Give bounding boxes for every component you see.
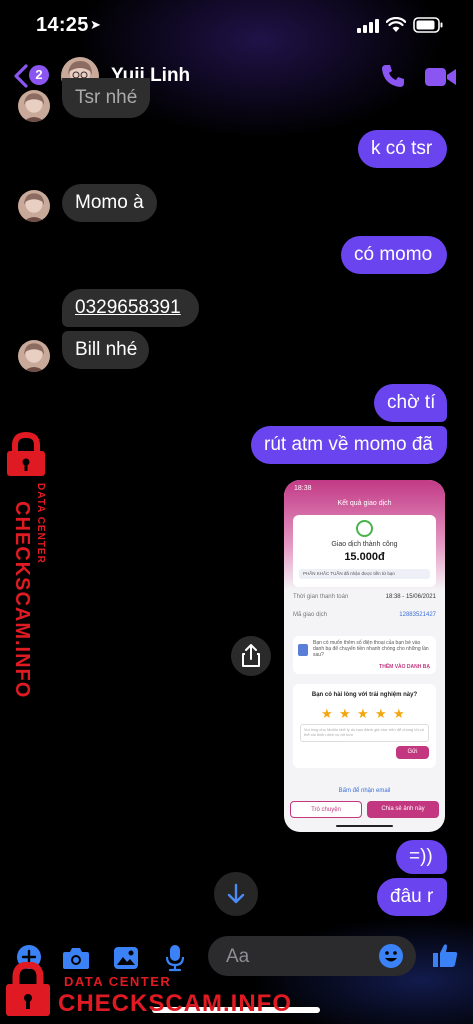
signal-icon <box>357 19 379 33</box>
image-row-code: Mã giao dịch 12883521427 <box>293 612 436 618</box>
image-row-time: Thời gian thanh toán 18:38 - 15/06/2021 <box>293 594 436 600</box>
image-status: Giao dịch thành công <box>331 541 398 548</box>
image-contact-box: Bạn có muốn thêm số điện thoại của bạn b… <box>293 636 436 674</box>
success-check-icon <box>356 520 373 537</box>
message-incoming-phone[interactable]: 0329658391 <box>62 289 199 327</box>
scroll-down-button[interactable] <box>214 872 258 916</box>
camera-icon[interactable] <box>62 946 90 970</box>
message-outgoing[interactable]: đâu r <box>377 878 447 916</box>
gallery-icon[interactable] <box>113 946 139 970</box>
wifi-icon <box>386 17 406 32</box>
message-outgoing[interactable]: rút atm về momo đã <box>251 426 447 464</box>
star-icon: ★ <box>393 706 405 721</box>
location-icon: ➤ <box>90 17 101 32</box>
message-outgoing[interactable]: =)) <box>396 840 447 874</box>
phone-number-link[interactable]: 0329658391 <box>75 296 181 320</box>
share-button[interactable] <box>231 636 271 676</box>
image-chat-button: Trò chuyện <box>290 801 362 818</box>
emoji-icon[interactable] <box>378 943 404 969</box>
star-icon: ★ <box>321 706 333 721</box>
image-share-button: Chia sẻ ảnh này <box>367 801 439 818</box>
watermark-label-vertical: DATA CENTER <box>35 483 46 564</box>
sender-avatar[interactable] <box>18 190 50 222</box>
shared-image[interactable]: 18:38 Kết quả giao dịch Giao dịch thành … <box>284 480 445 832</box>
watermark-brand-vertical: CHECKSCAM.INFO <box>11 501 33 699</box>
message-outgoing[interactable]: có momo <box>341 236 447 274</box>
like-icon[interactable] <box>431 941 459 969</box>
sender-avatar[interactable] <box>18 340 50 372</box>
sender-avatar[interactable] <box>18 90 50 122</box>
star-icon: ★ <box>375 706 387 721</box>
image-amount: 15.000đ <box>344 551 385 563</box>
unread-badge: 2 <box>29 65 49 85</box>
image-result-card: Giao dịch thành công 15.000đ PHẦN KHẮC T… <box>293 515 436 587</box>
image-email-link: Bấm để nhận email <box>338 788 391 794</box>
phone-icon[interactable] <box>380 63 406 89</box>
scroll-down-icon <box>227 883 245 904</box>
share-icon <box>242 644 260 667</box>
contact-icon <box>298 644 308 656</box>
star-icon: ★ <box>339 706 351 721</box>
message-input[interactable]: Aa <box>208 936 416 976</box>
padlock-icon <box>7 432 45 476</box>
image-time: 18:38 <box>294 485 312 492</box>
image-rating-box: Bạn có hài lòng với trải nghiệm này? ★ ★… <box>293 684 436 768</box>
watermark-label: DATA CENTER <box>64 974 172 989</box>
padlock-icon <box>6 962 50 1016</box>
message-incoming[interactable]: Momo à <box>62 184 157 222</box>
image-title: Kết quả giao dịch <box>337 500 392 507</box>
image-send-button: Gửi <box>396 746 429 759</box>
image-promo: PHẦN KHẮC TUẦN đã nhận được tiền từ bạn <box>299 569 430 579</box>
image-rating-textarea: Vui lòng cho MoMo biết lý do bạn đánh gi… <box>300 724 429 742</box>
status-bar: 14:25 ➤ <box>0 0 473 50</box>
battery-icon <box>413 17 443 33</box>
message-outgoing[interactable]: k có tsr <box>358 130 447 168</box>
video-icon[interactable] <box>425 66 457 88</box>
mic-icon[interactable] <box>165 944 185 972</box>
watermark-brand: CHECKSCAM.INFO <box>58 990 292 1017</box>
star-icon: ★ <box>357 706 369 721</box>
message-incoming[interactable]: Bill nhé <box>62 331 149 369</box>
message-incoming-partial[interactable]: Tsr nhé <box>62 78 151 118</box>
message-input-placeholder: Aa <box>226 946 250 967</box>
status-time: 14:25 <box>36 14 89 36</box>
image-home-indicator <box>336 825 393 827</box>
message-outgoing[interactable]: chờ tí <box>374 384 447 422</box>
